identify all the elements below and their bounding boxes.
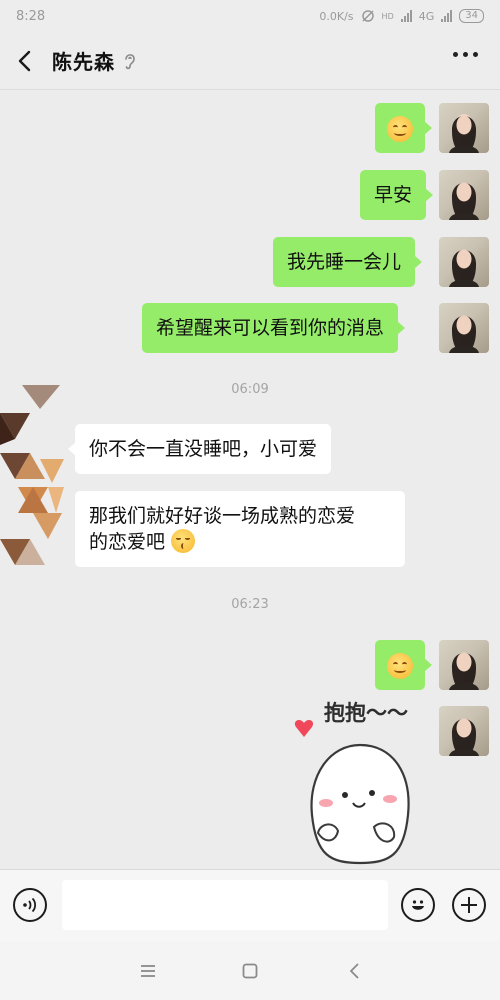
message-text: 早安 — [374, 184, 413, 206]
my-avatar[interactable] — [439, 706, 489, 756]
ear-icon — [123, 51, 137, 71]
more-dot — [463, 52, 468, 57]
message-bubble-mine[interactable]: 希望醒来可以看到你的消息 — [142, 303, 406, 353]
message-text-cont: 的恋爱吧 — [89, 531, 166, 553]
my-avatar[interactable] — [439, 303, 489, 353]
back-button[interactable] — [0, 32, 50, 90]
message-bubble-mine[interactable] — [375, 640, 432, 690]
kiss-emoji-icon — [171, 529, 196, 553]
back-triangle-icon — [350, 963, 359, 979]
emoji-icon — [412, 900, 424, 910]
message-input-bar — [0, 869, 500, 941]
sticker-message[interactable]: 抱抱～～ — [290, 701, 430, 865]
my-avatar[interactable] — [439, 640, 489, 690]
network-speed: 0.0K/s — [319, 9, 354, 23]
message-text: 我先睡一会儿 — [287, 251, 402, 273]
my-avatar[interactable] — [439, 170, 489, 220]
status-time: 8:28 — [16, 8, 46, 24]
home-button[interactable] — [238, 959, 262, 983]
voice-button[interactable] — [13, 888, 47, 922]
chat-header: 陈先森 — [0, 32, 500, 90]
emoji-button[interactable] — [401, 888, 435, 922]
more-options-button[interactable] — [453, 52, 478, 57]
message-text: 你不会一直没睡吧，小可爱 — [89, 438, 318, 460]
battery-icon: 34 — [459, 9, 484, 23]
message-text: 那我们就好好谈一场成熟的恋爱 — [89, 505, 356, 527]
more-dot — [453, 52, 458, 57]
my-avatar[interactable] — [439, 103, 489, 153]
more-dot — [473, 52, 478, 57]
signal-icon-2 — [441, 10, 453, 22]
message-bubble-mine[interactable]: 早安 — [360, 170, 434, 220]
signal-icon — [400, 10, 412, 22]
sticker-caption: 抱抱～～ — [324, 701, 408, 725]
hd-label: HD — [381, 11, 394, 21]
chat-message-list[interactable]: 早安 我先睡一会儿 希望醒来可以看到你的消息 06:09 你不会一直没睡吧，小可… — [0, 91, 500, 869]
system-nav-bar — [0, 941, 500, 1000]
message-timestamp: 06:23 — [231, 597, 269, 612]
home-square-icon — [242, 963, 258, 979]
status-bar: 8:28 0.0K/s HD 4G 34 — [0, 0, 500, 32]
smile-emoji-icon — [387, 116, 413, 142]
voice-icon — [23, 897, 37, 913]
message-bubble-mine[interactable] — [375, 103, 432, 153]
message-bubble-mine[interactable]: 我先睡一会儿 — [273, 237, 423, 287]
network-type: 4G — [418, 9, 435, 23]
menu-icon — [141, 965, 155, 977]
contact-name[interactable]: 陈先森 — [52, 46, 115, 75]
plus-icon — [461, 897, 477, 913]
smile-emoji-icon — [387, 653, 413, 679]
status-indicators: 0.0K/s HD 4G 34 — [319, 9, 484, 23]
chevron-left-icon — [18, 50, 31, 71]
message-timestamp: 06:09 — [231, 382, 269, 397]
message-bubble-contact[interactable]: 那我们就好好谈一场成熟的恋爱 的恋爱吧 — [75, 491, 405, 567]
contact-avatar[interactable] — [0, 383, 66, 579]
my-avatar[interactable] — [439, 237, 489, 287]
add-button[interactable] — [452, 888, 486, 922]
message-text-line2: 的恋爱吧 — [89, 529, 391, 555]
recent-apps-button[interactable] — [136, 959, 160, 983]
hug-sticker-image — [294, 720, 410, 865]
message-bubble-contact[interactable]: 你不会一直没睡吧，小可爱 — [67, 424, 332, 474]
message-input[interactable] — [62, 880, 388, 930]
alarm-icon — [361, 10, 374, 22]
message-text: 希望醒来可以看到你的消息 — [156, 317, 385, 339]
system-back-button[interactable] — [343, 959, 367, 983]
